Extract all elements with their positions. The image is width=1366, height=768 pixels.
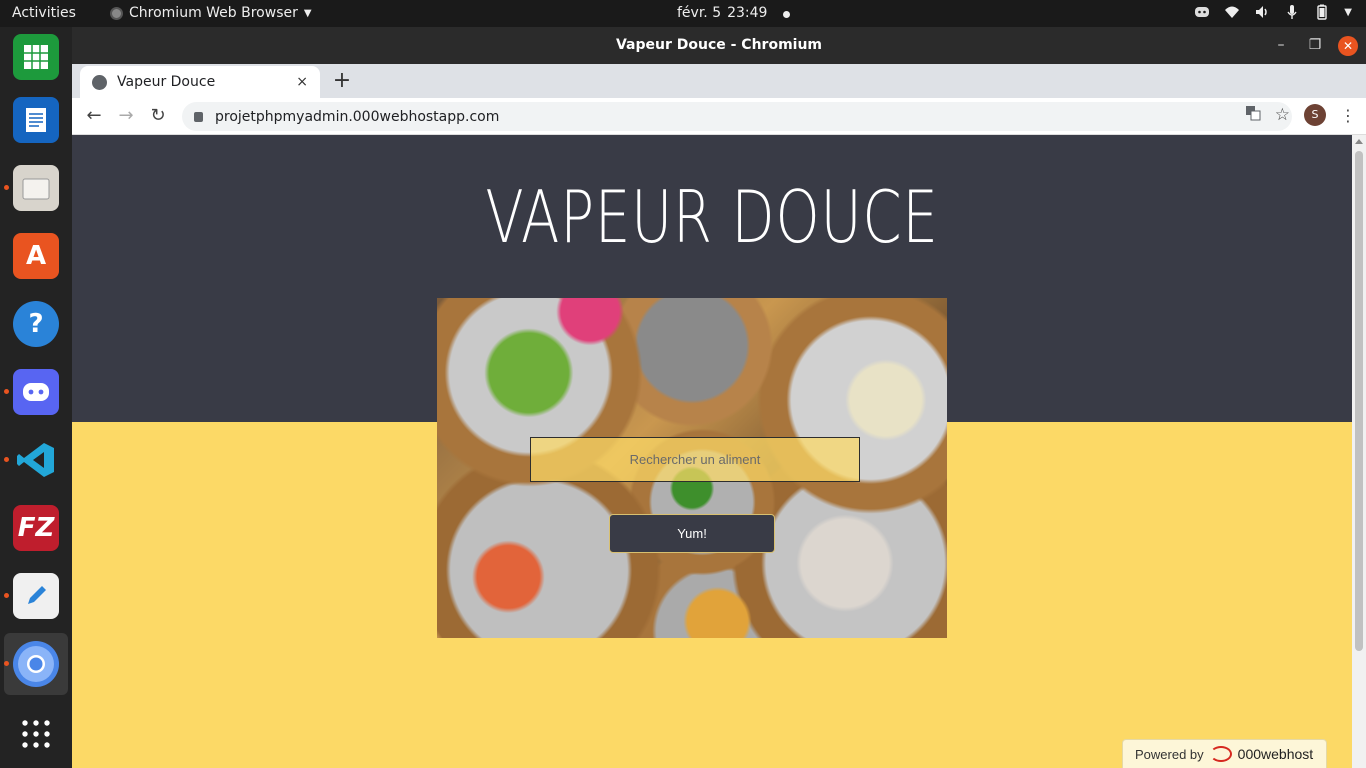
window-titlebar[interactable]: Vapeur Douce - Chromium – ❐ ✕ [72, 27, 1366, 64]
running-indicator [4, 389, 9, 394]
wifi-icon[interactable] [1224, 4, 1240, 20]
maximize-button[interactable]: ❐ [1298, 27, 1332, 64]
tab-title: Vapeur Douce [117, 74, 216, 90]
translate-icon[interactable] [1245, 105, 1261, 125]
powered-by-badge[interactable]: Powered by 000webhost [1122, 739, 1327, 768]
web-page: VAPEUR DOUCE Yum! Powered by 000webhost [72, 135, 1352, 768]
search-button[interactable]: Yum! [609, 514, 775, 553]
window-title: Vapeur Douce - Chromium [615, 37, 823, 53]
minimize-button[interactable]: – [1264, 27, 1298, 64]
chromium-icon [13, 641, 59, 687]
dock-item-chromium[interactable] [4, 633, 68, 695]
new-tab-button[interactable]: + [330, 69, 354, 93]
dock-item-vscode[interactable] [0, 429, 72, 491]
discord-icon[interactable] [1194, 4, 1210, 20]
tab-vapeur-douce[interactable]: Vapeur Douce × [80, 66, 320, 98]
activities-button[interactable]: Activities [12, 5, 76, 21]
clock[interactable]: févr. 5 23:49 [677, 5, 791, 21]
dock: A ? FZ [0, 27, 72, 768]
running-indicator [4, 593, 9, 598]
chromium-small-icon [110, 6, 123, 20]
battery-icon[interactable] [1314, 4, 1330, 20]
caret-down-icon: ▼ [303, 7, 312, 19]
microphone-icon[interactable] [1284, 4, 1300, 20]
dock-item-ubuntu-software[interactable]: A [0, 225, 72, 287]
profile-avatar[interactable]: S [1304, 104, 1326, 126]
help-icon: ? [13, 301, 59, 347]
clock-date: févr. 5 [677, 5, 722, 21]
system-tray[interactable]: ▼ [1194, 4, 1352, 20]
clock-time: 23:49 [727, 5, 768, 21]
document-icon [13, 97, 59, 143]
app-menu[interactable]: Chromium Web Browser ▼ [110, 5, 312, 21]
powered-by-brand: 000webhost [1237, 746, 1314, 762]
dock-item-show-apps[interactable] [0, 703, 72, 765]
dock-item-libreoffice-calc[interactable] [0, 26, 72, 88]
dock-item-discord[interactable] [0, 361, 72, 423]
software-center-icon: A [13, 233, 59, 279]
window-controls: – ❐ ✕ [1264, 27, 1358, 64]
running-indicator [4, 661, 9, 666]
globe-icon [92, 74, 107, 90]
menu-dots-icon[interactable]: ⋮ [1340, 106, 1356, 125]
volume-icon[interactable] [1254, 4, 1270, 20]
powered-by-label: Powered by [1135, 746, 1204, 762]
forward-button[interactable]: → [114, 105, 138, 126]
chevron-down-icon[interactable]: ▼ [1344, 7, 1352, 18]
scrollbar-thumb[interactable] [1355, 151, 1363, 651]
reload-button[interactable]: ↻ [146, 105, 170, 126]
url-text: projetphpmyadmin.000webhostapp.com [215, 108, 500, 125]
toolbar-actions: ☆ S ⋮ [1245, 104, 1356, 126]
grid-icon [13, 711, 59, 757]
vscode-icon [13, 437, 59, 483]
text-editor-icon [13, 573, 59, 619]
tab-close-icon[interactable]: × [296, 74, 308, 90]
dock-item-libreoffice-writer[interactable] [0, 89, 72, 151]
address-bar[interactable]: projetphpmyadmin.000webhostapp.com [182, 102, 1292, 131]
running-indicator [4, 457, 9, 462]
back-button[interactable]: ← [82, 105, 106, 126]
lock-icon[interactable] [194, 111, 203, 122]
tab-strip: Vapeur Douce × + [72, 64, 1366, 98]
scroll-up-arrow-icon[interactable] [1355, 139, 1363, 144]
folder-icon [13, 165, 59, 211]
site-title: VAPEUR DOUCE [485, 175, 939, 259]
discord-app-icon [13, 369, 59, 415]
dock-item-files[interactable] [0, 157, 72, 219]
gnome-top-bar: Activities Chromium Web Browser ▼ févr. … [0, 0, 1366, 27]
close-button[interactable]: ✕ [1338, 35, 1358, 56]
bookmark-star-icon[interactable]: ☆ [1275, 105, 1290, 125]
running-indicator [4, 185, 9, 190]
dock-item-text-editor[interactable] [0, 565, 72, 627]
filezilla-icon: FZ [13, 505, 59, 551]
spreadsheet-icon [13, 34, 59, 80]
app-menu-label: Chromium Web Browser [129, 5, 298, 21]
dock-item-filezilla[interactable]: FZ [0, 497, 72, 559]
notification-dot-icon [783, 11, 791, 18]
000webhost-logo-icon [1209, 746, 1232, 762]
browser-toolbar: ← → ↻ projetphpmyadmin.000webhostapp.com… [72, 98, 1366, 135]
page-scrollbar[interactable] [1352, 135, 1366, 768]
search-input[interactable] [530, 437, 860, 482]
dock-item-help[interactable]: ? [0, 293, 72, 355]
